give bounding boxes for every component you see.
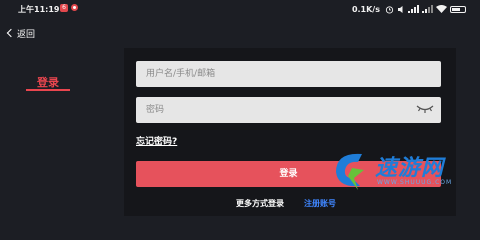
tab-login[interactable]: 登录 xyxy=(26,74,70,90)
network-speed: 0.1K/s xyxy=(351,4,380,14)
back-arrow-icon[interactable] xyxy=(6,28,16,38)
status-time: 上午11:19 xyxy=(18,5,60,14)
eye-closed-icon[interactable] xyxy=(416,104,434,114)
notification-icon xyxy=(71,4,78,11)
watermark-logo: 速游网 WWW.SHUUUG.COM xyxy=(330,148,478,194)
password-input[interactable] xyxy=(136,97,441,123)
back-button[interactable]: 返回 xyxy=(17,27,35,40)
register-link[interactable]: 注册账号 xyxy=(304,198,336,209)
status-icons: 0.1K/s xyxy=(352,3,466,15)
watermark-swirl-icon xyxy=(336,153,364,190)
forgot-password-link[interactable]: 忘记密码? xyxy=(136,134,177,147)
status-bar: 上午11:19 6 0.1K/s xyxy=(0,0,480,18)
username-input[interactable] xyxy=(136,61,441,87)
alarm-icon xyxy=(385,5,394,14)
more-login-options-link[interactable]: 更多方式登录 xyxy=(236,198,284,209)
signal-2-icon xyxy=(422,5,433,13)
notification-badge: 6 xyxy=(60,4,68,12)
tab-login-indicator xyxy=(26,89,70,91)
mute-icon xyxy=(398,5,403,13)
nav-bar: 返回 xyxy=(0,26,200,42)
battery-icon xyxy=(450,5,466,13)
signal-icon xyxy=(408,5,419,13)
watermark-url: WWW.SHUUUG.COM xyxy=(377,179,453,186)
watermark-text: 速游网 xyxy=(375,156,445,181)
wifi-icon xyxy=(436,5,447,13)
